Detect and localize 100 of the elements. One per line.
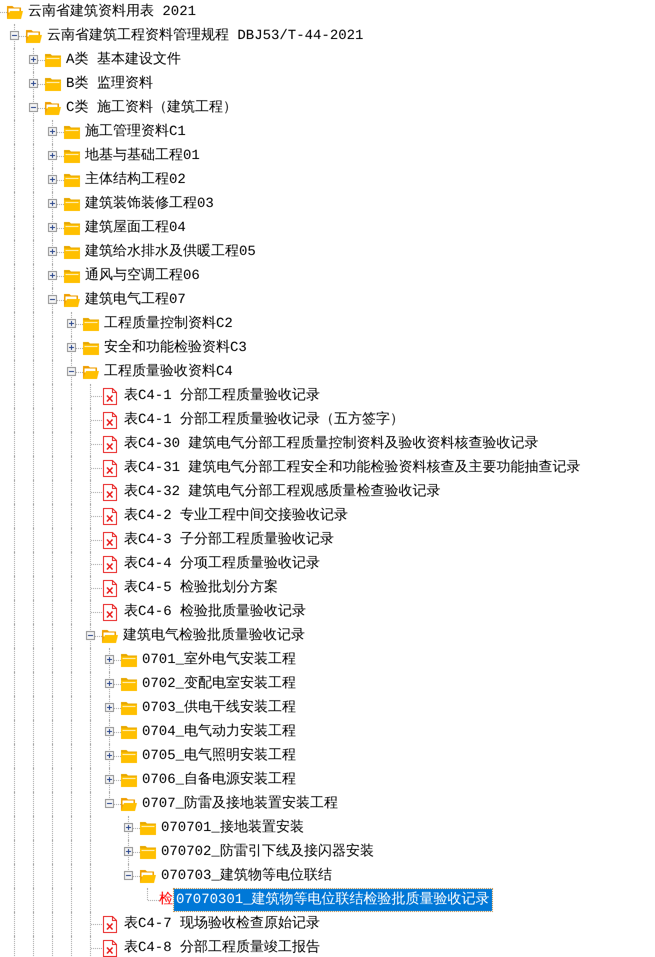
tree-item[interactable]: 070701_接地装置安装	[159, 817, 306, 839]
expand-button[interactable]	[48, 127, 57, 136]
character-icon: 检	[159, 892, 173, 908]
tree-item[interactable]: 0704_电气动力安装工程	[140, 721, 298, 743]
open-folder-icon	[102, 629, 118, 643]
expand-button[interactable]	[48, 223, 57, 232]
tree-item[interactable]: 070703_建筑物等电位联结	[159, 865, 334, 887]
collapse-button[interactable]	[105, 799, 114, 808]
tree-item[interactable]: 0702_变配电室安装工程	[140, 673, 298, 695]
folder-icon	[140, 845, 156, 859]
document-x-icon	[103, 436, 117, 452]
folder-icon	[64, 221, 80, 235]
expand-button[interactable]	[29, 55, 38, 64]
collapse-button[interactable]	[48, 295, 57, 304]
folder-icon	[140, 821, 156, 835]
tree-item[interactable]: B类 监理资料	[64, 73, 155, 95]
expand-button[interactable]	[105, 655, 114, 664]
tree-item[interactable]: 建筑屋面工程04	[83, 217, 188, 239]
document-x-icon	[103, 460, 117, 476]
tree-item[interactable]: 工程质量控制资料C2	[102, 313, 235, 335]
expand-button[interactable]	[124, 847, 133, 856]
expand-button[interactable]	[48, 247, 57, 256]
tree-item[interactable]: 表C4-31 建筑电气分部工程安全和功能检验资料核查及主要功能抽查记录	[122, 457, 582, 479]
folder-icon	[121, 701, 137, 715]
tree-item[interactable]: 07070301_建筑物等电位联结检验批质量验收记录	[174, 889, 492, 911]
open-folder-icon	[45, 101, 61, 115]
expand-button[interactable]	[48, 175, 57, 184]
tree-item[interactable]: 表C4-2 专业工程中间交接验收记录	[122, 505, 350, 527]
tree-item[interactable]: 表C4-1 分部工程质量验收记录（五方签字）	[122, 409, 406, 431]
tree-item[interactable]: 0707_防雷及接地装置安装工程	[140, 793, 340, 815]
folder-icon	[64, 125, 80, 139]
tree-item[interactable]: 表C4-3 子分部工程质量验收记录	[122, 529, 336, 551]
tree-item[interactable]: 通风与空调工程06	[83, 265, 202, 287]
tree-item[interactable]: 0706_自备电源安装工程	[140, 769, 298, 791]
folder-icon	[121, 749, 137, 763]
tree-item[interactable]: C类 施工资料（建筑工程）	[64, 97, 239, 119]
document-x-icon	[103, 508, 117, 524]
open-folder-icon	[26, 29, 42, 43]
tree-item[interactable]: 表C4-32 建筑电气分部工程观感质量检查验收记录	[122, 481, 442, 503]
collapse-button[interactable]	[124, 871, 133, 880]
expand-button[interactable]	[105, 727, 114, 736]
tree-item[interactable]: A类 基本建设文件	[64, 49, 183, 71]
collapse-button[interactable]	[10, 31, 19, 40]
document-x-icon	[103, 388, 117, 404]
folder-icon	[45, 53, 61, 67]
open-folder-icon	[121, 797, 137, 811]
tree-item[interactable]: 建筑给水排水及供暖工程05	[83, 241, 258, 263]
tree-item[interactable]: 表C4-30 建筑电气分部工程质量控制资料及验收资料核查验收记录	[122, 433, 540, 455]
open-folder-icon	[64, 293, 80, 307]
tree-item[interactable]: 0701_室外电气安装工程	[140, 649, 298, 671]
collapse-button[interactable]	[67, 367, 76, 376]
tree-item[interactable]: 0705_电气照明安装工程	[140, 745, 298, 767]
tree-item[interactable]: 云南省建筑工程资料管理规程 DBJ53/T-44-2021	[45, 25, 366, 47]
expand-button[interactable]	[105, 703, 114, 712]
tree-item[interactable]: 表C4-7 现场验收检查原始记录	[122, 913, 322, 935]
tree-item[interactable]: 表C4-1 分部工程质量验收记录	[122, 385, 322, 407]
tree-item[interactable]: 建筑电气检验批质量验收记录	[121, 625, 307, 647]
tree-item[interactable]: 安全和功能检验资料C3	[102, 337, 249, 359]
document-x-icon	[103, 916, 117, 932]
expand-button[interactable]	[67, 319, 76, 328]
open-folder-icon	[83, 365, 99, 379]
expand-button[interactable]	[105, 751, 114, 760]
expand-button[interactable]	[48, 151, 57, 160]
folder-icon	[45, 77, 61, 91]
tree-item[interactable]: 地基与基础工程01	[83, 145, 202, 167]
tree-item[interactable]: 表C4-4 分项工程质量验收记录	[122, 553, 322, 575]
folder-icon	[121, 677, 137, 691]
folder-icon	[64, 197, 80, 211]
folder-icon	[64, 173, 80, 187]
expand-button[interactable]	[48, 199, 57, 208]
tree-item[interactable]: 表C4-6 检验批质量验收记录	[122, 601, 308, 623]
tree-item[interactable]: 工程质量验收资料C4	[102, 361, 235, 383]
tree-item[interactable]: 施工管理资料C1	[83, 121, 188, 143]
folder-icon	[83, 341, 99, 355]
expand-button[interactable]	[48, 271, 57, 280]
collapse-button[interactable]	[29, 103, 38, 112]
document-x-icon	[103, 412, 117, 428]
folder-icon	[121, 725, 137, 739]
collapse-button[interactable]	[86, 631, 95, 640]
expand-button[interactable]	[29, 79, 38, 88]
expand-button[interactable]	[105, 775, 114, 784]
expand-button[interactable]	[124, 823, 133, 832]
folder-icon	[64, 245, 80, 259]
tree-item[interactable]: 建筑电气工程07	[83, 289, 188, 311]
document-x-icon	[103, 556, 117, 572]
document-x-icon	[103, 604, 117, 620]
tree-item[interactable]: 0703_供电干线安装工程	[140, 697, 298, 719]
tree-item[interactable]: 主体结构工程02	[83, 169, 188, 191]
tree-item[interactable]: 云南省建筑资料用表 2021	[26, 1, 198, 23]
document-x-icon	[103, 532, 117, 548]
document-x-icon	[103, 580, 117, 596]
expand-button[interactable]	[67, 343, 76, 352]
tree-item[interactable]: 建筑装饰装修工程03	[83, 193, 216, 215]
tree-item[interactable]: 表C4-8 分部工程质量竣工报告	[122, 937, 322, 957]
tree-item[interactable]: 070702_防雷引下线及接闪器安装	[159, 841, 376, 863]
folder-icon	[64, 269, 80, 283]
tree-item[interactable]: 表C4-5 检验批划分方案	[122, 577, 280, 599]
folder-icon	[121, 773, 137, 787]
folder-icon	[121, 653, 137, 667]
expand-button[interactable]	[105, 679, 114, 688]
